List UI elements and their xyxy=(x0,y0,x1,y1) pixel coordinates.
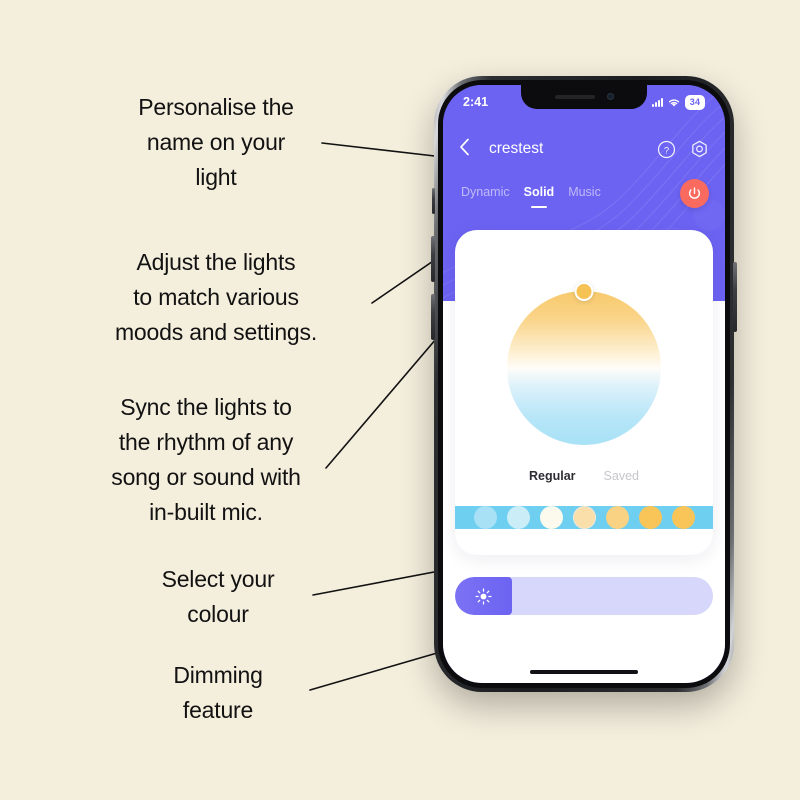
tab-solid[interactable]: Solid xyxy=(524,185,555,208)
settings-button[interactable] xyxy=(690,140,709,159)
app-navbar: crestest ? xyxy=(443,129,725,169)
color-swatch-4[interactable] xyxy=(572,506,596,529)
phone-notch xyxy=(521,85,647,109)
color-swatch-6[interactable] xyxy=(638,506,662,529)
phone-mockup: 2:41 34 crestest ? Dynamic Solid Music R… xyxy=(431,76,737,692)
volume-down-button[interactable] xyxy=(431,294,435,340)
power-toggle-button[interactable] xyxy=(680,179,709,208)
tab-music[interactable]: Music xyxy=(568,185,601,208)
earpiece-speaker xyxy=(554,94,595,99)
cellular-signal-icon xyxy=(652,97,663,107)
brightness-slider-fill xyxy=(455,577,512,615)
color-swatch-1[interactable] xyxy=(473,506,497,529)
annotation-select-colour: Select your colour xyxy=(161,566,275,627)
wifi-icon xyxy=(668,98,680,107)
color-wheel[interactable] xyxy=(507,282,661,445)
preset-segment-control: Regular Saved xyxy=(455,469,713,483)
device-name-title[interactable]: crestest xyxy=(489,140,643,158)
poster-canvas: Personalise the name on your light Adjus… xyxy=(0,0,800,800)
mute-switch[interactable] xyxy=(432,188,435,214)
gear-icon xyxy=(692,140,707,157)
mode-tabs: Dynamic Solid Music xyxy=(461,185,601,208)
help-circle-icon: ? xyxy=(657,140,676,158)
back-button[interactable] xyxy=(459,138,481,160)
color-swatch-5[interactable] xyxy=(605,506,629,529)
annotation-adjust-lights: Adjust the lights to match various moods… xyxy=(114,249,318,345)
chevron-left-icon xyxy=(460,138,469,156)
status-bar-indicators: 34 xyxy=(652,94,705,110)
side-power-button[interactable] xyxy=(733,262,737,332)
power-icon xyxy=(688,187,701,199)
annotation-personalise-name: Personalise the name on your light xyxy=(138,94,294,190)
front-camera xyxy=(606,93,614,100)
leader-line-name xyxy=(321,142,453,159)
color-swatch-row xyxy=(455,506,713,529)
annotation-sync-music: Sync the lights to the rhythm of any son… xyxy=(111,394,301,525)
color-swatch-3[interactable] xyxy=(539,506,563,529)
help-button[interactable]: ? xyxy=(657,140,676,159)
color-swatch-7[interactable] xyxy=(671,506,695,529)
battery-indicator: 34 xyxy=(685,94,705,110)
brightness-slider[interactable] xyxy=(455,577,713,615)
segment-saved[interactable]: Saved xyxy=(604,469,639,483)
phone-screen: 2:41 34 crestest ? Dynamic Solid Music R… xyxy=(443,85,725,683)
segment-regular[interactable]: Regular xyxy=(529,469,576,483)
solid-mode-card: Regular Saved xyxy=(455,230,713,555)
brightness-sun-icon xyxy=(475,587,492,605)
volume-up-button[interactable] xyxy=(431,236,435,282)
status-bar-time: 2:41 xyxy=(463,95,489,109)
annotation-dimming-feature: Dimming feature xyxy=(173,662,263,723)
color-swatch-2[interactable] xyxy=(506,506,530,529)
home-indicator-bar[interactable] xyxy=(530,669,638,674)
svg-text:?: ? xyxy=(664,145,669,156)
color-wheel-handle[interactable] xyxy=(574,282,594,301)
tab-dynamic[interactable]: Dynamic xyxy=(461,185,510,208)
